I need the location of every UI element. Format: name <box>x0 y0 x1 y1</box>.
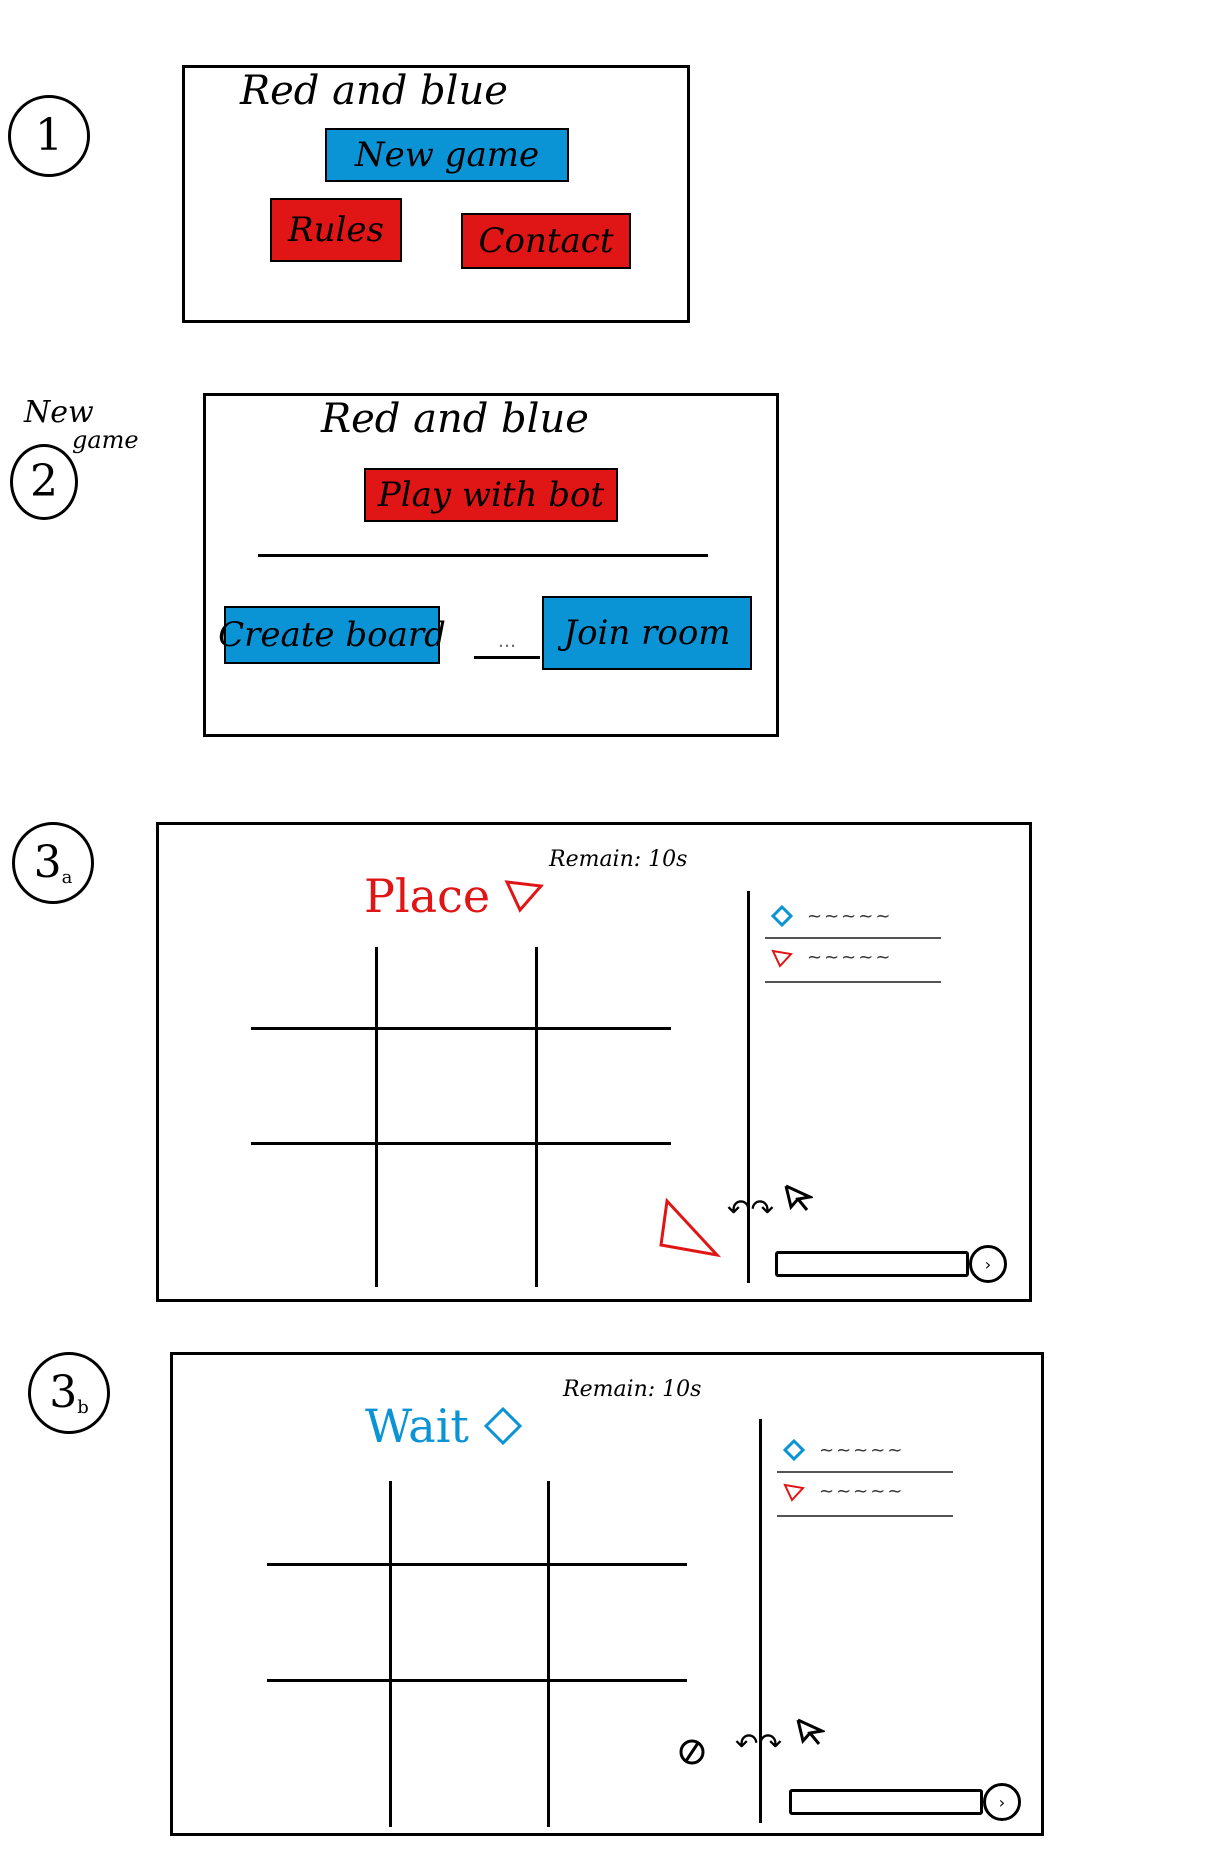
board-cell[interactable] <box>393 1683 545 1827</box>
step-1-marker: 1 <box>8 95 90 177</box>
board-line-v1 <box>389 1481 392 1827</box>
screen-2-new-game: Red and blue Play with bot Create board … <box>203 393 779 737</box>
room-code-input[interactable] <box>474 624 540 659</box>
chat-input[interactable] <box>775 1251 969 1277</box>
chat-panel-divider <box>759 1419 762 1823</box>
turn-label: Wait <box>365 1399 469 1453</box>
board-line-h2 <box>267 1679 687 1682</box>
section-divider <box>258 554 708 557</box>
screen-1-main-menu: Red and blue New game Rules Contact <box>182 65 690 323</box>
chat-input[interactable] <box>789 1789 983 1815</box>
board-cell[interactable] <box>267 1683 387 1827</box>
board-cell[interactable] <box>379 1146 533 1286</box>
new-game-button[interactable]: New game <box>325 128 569 182</box>
step-2-note-line2: game <box>72 426 139 454</box>
chat-message-text: ~~~~~ <box>807 905 893 927</box>
diamond-icon <box>783 1439 805 1461</box>
chat-message-text: ~~~~~ <box>807 947 893 968</box>
step-3a-number: 3 <box>33 837 62 888</box>
board-cell[interactable] <box>379 947 533 1025</box>
send-button[interactable]: › <box>983 1783 1021 1821</box>
board-cell[interactable] <box>393 1481 545 1561</box>
step-3b-marker: 3 b <box>28 1352 110 1434</box>
diamond-icon <box>771 905 793 927</box>
step-1-number: 1 <box>35 110 63 161</box>
board-cell[interactable] <box>539 947 671 1025</box>
timer-label: Remain: 10s <box>549 847 688 872</box>
board-cell[interactable] <box>539 1031 671 1141</box>
triangle-icon <box>783 1483 805 1502</box>
chat-separator <box>777 1515 953 1517</box>
step-2-marker: 2 <box>10 444 78 520</box>
board-line-h2 <box>251 1142 671 1145</box>
play-with-bot-button[interactable]: Play with bot <box>364 468 618 522</box>
screen-3a-game-place: Remain: 10s Place ↶↷ ~~~~~ ~~~~~ › <box>156 822 1032 1302</box>
contact-button[interactable]: Contact <box>461 213 631 269</box>
triangle-icon <box>504 880 545 913</box>
send-button[interactable]: › <box>969 1245 1007 1283</box>
board-line-h1 <box>251 1027 671 1030</box>
chat-panel: ~~~~~ ~~~~~ › <box>765 905 1015 1285</box>
board-cell[interactable] <box>251 947 373 1025</box>
chat-message-text: ~~~~~ <box>819 1481 905 1502</box>
diamond-icon <box>483 1406 523 1446</box>
step-3b-number: 3 <box>49 1367 78 1418</box>
rules-button[interactable]: Rules <box>270 198 402 262</box>
board-line-v1 <box>375 947 378 1287</box>
board-cell[interactable] <box>393 1567 545 1677</box>
triangle-icon <box>771 949 793 968</box>
board-cell[interactable] <box>539 1146 671 1286</box>
screen-1-title: Red and blue <box>240 68 508 114</box>
turn-indicator: Place <box>364 869 545 923</box>
board-cell[interactable] <box>251 1146 373 1286</box>
chat-separator <box>777 1471 953 1473</box>
triangle-piece-icon[interactable] <box>655 1193 725 1263</box>
board-cell[interactable] <box>551 1481 687 1561</box>
board-cell[interactable] <box>267 1481 387 1561</box>
chat-message: ~~~~~ <box>771 905 892 927</box>
board-cell[interactable] <box>551 1683 687 1827</box>
chat-message: ~~~~~ <box>783 1481 904 1502</box>
turn-indicator: Wait <box>365 1399 523 1453</box>
turn-label: Place <box>364 869 491 923</box>
step-2-note-line1: New <box>24 395 94 430</box>
board-cell[interactable] <box>251 1031 373 1141</box>
board-line-v2 <box>535 947 538 1287</box>
timer-label: Remain: 10s <box>563 1377 702 1402</box>
create-board-button[interactable]: Create board <box>218 606 446 664</box>
board-cell[interactable] <box>551 1567 687 1677</box>
chat-separator <box>765 937 941 939</box>
step-3a-marker: 3 a <box>12 822 94 904</box>
step-3a-sub: a <box>61 867 73 888</box>
game-board <box>267 1481 687 1827</box>
chat-panel: ~~~~~ ~~~~~ › <box>777 1439 1027 1825</box>
disabled-piece-icon <box>679 1739 705 1765</box>
board-cell[interactable] <box>267 1567 387 1677</box>
join-room-button[interactable]: Join room <box>542 596 752 670</box>
chat-separator <box>765 981 941 983</box>
board-line-h1 <box>267 1563 687 1566</box>
chat-message: ~~~~~ <box>783 1439 904 1461</box>
screen-2-title: Red and blue <box>321 396 589 442</box>
board-cell[interactable] <box>379 1031 533 1141</box>
step-2-number: 2 <box>30 456 58 507</box>
step-3b-sub: b <box>77 1397 89 1418</box>
chat-message: ~~~~~ <box>771 947 892 968</box>
board-line-v2 <box>547 1481 550 1827</box>
chat-panel-divider <box>747 891 750 1283</box>
screen-3b-game-wait: Remain: 10s Wait ↶↷ ~~~~~ ~~~~~ › <box>170 1352 1044 1836</box>
chat-message-text: ~~~~~ <box>819 1439 905 1461</box>
game-board <box>251 947 671 1287</box>
